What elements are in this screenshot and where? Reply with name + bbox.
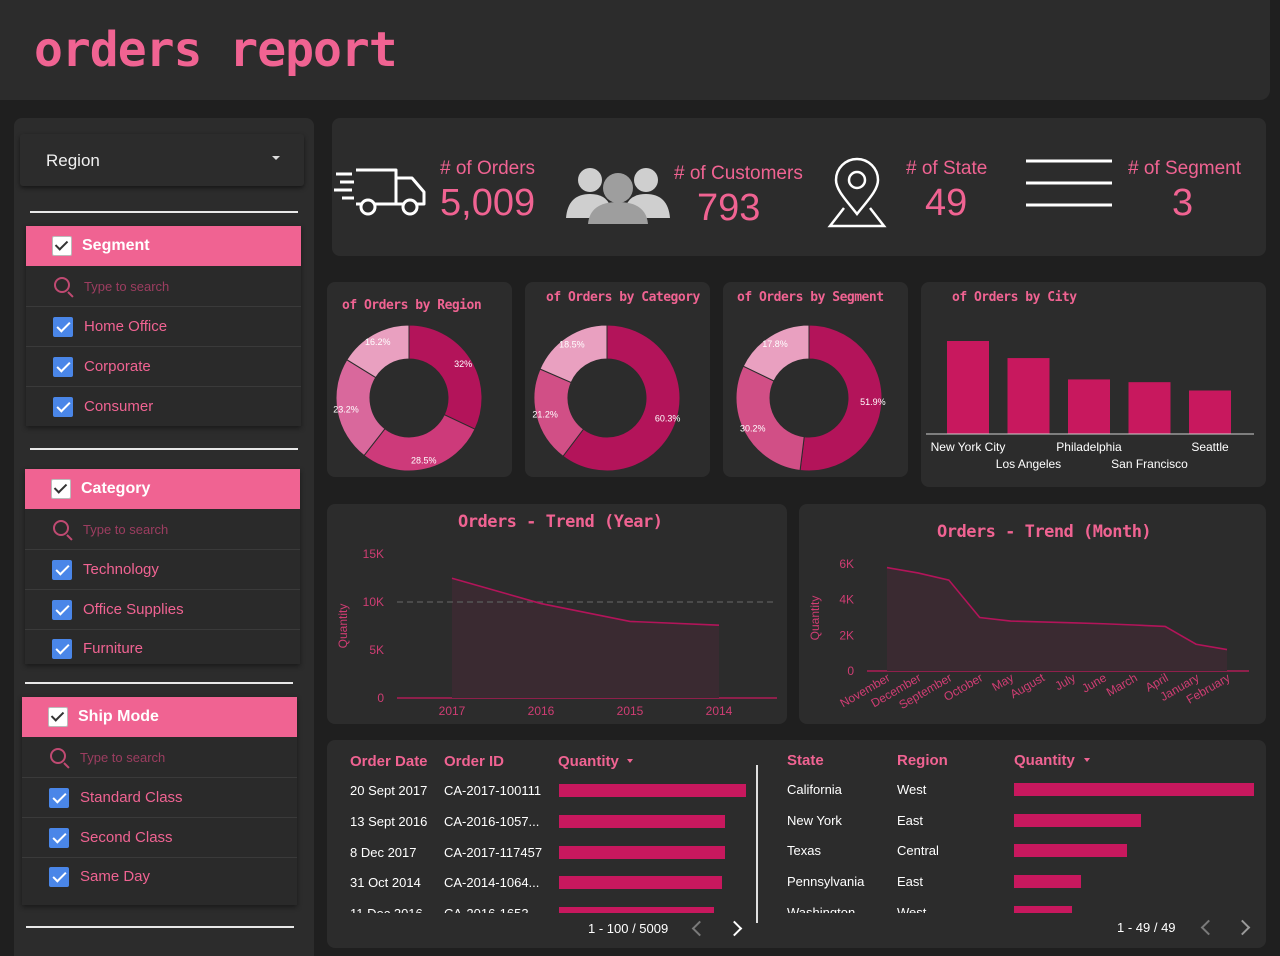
- region-cell: West: [897, 782, 927, 797]
- state-cell: Pennsylvania: [787, 874, 865, 890]
- region-cell: East: [897, 874, 924, 890]
- orders-pager-text: 1 - 100 / 5009: [588, 921, 669, 936]
- region-cell: East: [897, 812, 924, 828]
- state-cell: Washington: [787, 904, 856, 913]
- quantity-bar: [1014, 875, 1082, 889]
- state-table-body: California West New York East Texas Central Pe…: [0, 0, 1270, 913]
- state-cell: Texas: [787, 843, 821, 859]
- quantity-bar: [1014, 783, 1254, 796]
- quantity-bar: [1014, 905, 1072, 913]
- divider: [26, 926, 294, 928]
- region-cell: Central: [897, 843, 939, 859]
- state-cell: California: [787, 782, 842, 797]
- quantity-bar: [1014, 844, 1127, 858]
- state-pager-text: 1 - 49 / 49: [1117, 920, 1176, 935]
- quantity-bar: [1014, 813, 1142, 827]
- region-cell: West: [897, 904, 927, 913]
- state-cell: New York: [787, 812, 842, 828]
